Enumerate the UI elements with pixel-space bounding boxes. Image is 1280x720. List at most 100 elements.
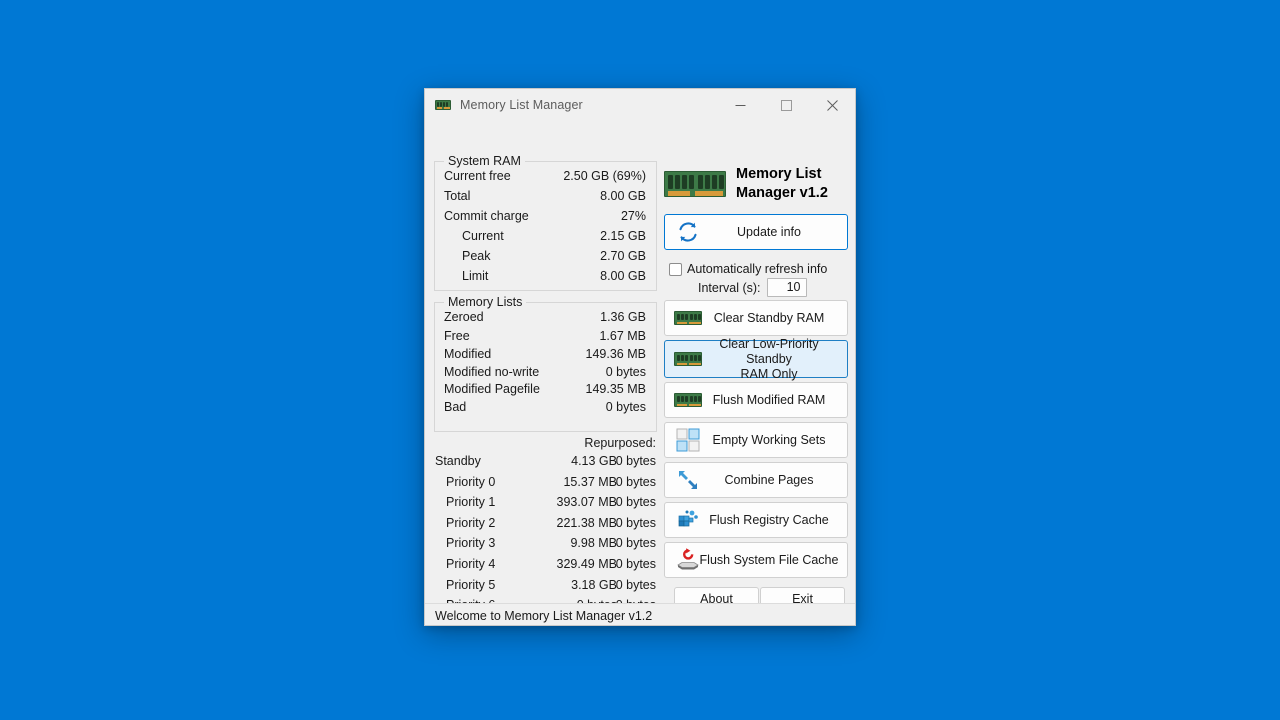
row-label: Priority 4 bbox=[446, 556, 496, 571]
row-label: Current bbox=[462, 229, 504, 243]
table-row: Limit 8.00 GB bbox=[435, 269, 656, 288]
maximize-button[interactable] bbox=[763, 89, 809, 121]
minimize-button[interactable] bbox=[717, 89, 763, 121]
row-label: Modified Pagefile bbox=[444, 382, 540, 396]
table-row: Standby 4.13 GB 0 bytes bbox=[434, 454, 657, 475]
row-value: 0 bytes bbox=[605, 400, 646, 414]
auto-refresh-row[interactable]: Automatically refresh info bbox=[669, 262, 827, 276]
table-row: Free 1.67 MB bbox=[435, 329, 656, 348]
table-row: Priority 1 393.07 MB 0 bytes bbox=[434, 495, 657, 516]
row-value: 2.15 GB bbox=[600, 229, 646, 243]
auto-refresh-label: Automatically refresh info bbox=[687, 262, 828, 276]
row-label: Current free bbox=[444, 169, 511, 183]
ram-stick-icon bbox=[664, 171, 726, 197]
row-label: Total bbox=[444, 189, 471, 203]
interval-row: Interval (s): 10 bbox=[698, 278, 807, 297]
system-ram-group-title: System RAM bbox=[444, 154, 525, 168]
status-bar-text: Welcome to Memory List Manager v1.2 bbox=[435, 608, 653, 623]
row-repurposed: 0 bytes bbox=[615, 495, 656, 510]
refresh-icon bbox=[674, 218, 702, 246]
combine-arrows-icon bbox=[674, 466, 702, 494]
interval-label: Interval (s): bbox=[698, 280, 761, 295]
ram-stick-icon bbox=[674, 345, 702, 373]
system-ram-group: System RAM Current free 2.50 GB (69%) To… bbox=[434, 154, 657, 291]
row-value: 27% bbox=[620, 209, 646, 223]
memory-lists-group-title: Memory Lists bbox=[444, 295, 527, 309]
window-content: System RAM Current free 2.50 GB (69%) To… bbox=[425, 121, 855, 625]
ram-stick-icon bbox=[674, 386, 702, 414]
row-repurposed: 0 bytes bbox=[615, 577, 656, 592]
row-label: Priority 3 bbox=[446, 536, 496, 551]
table-row: Total 8.00 GB bbox=[435, 189, 656, 208]
window-title: Memory List Manager bbox=[460, 98, 583, 112]
table-row: Zeroed 1.36 GB bbox=[435, 310, 656, 329]
disk-refresh-icon bbox=[674, 546, 702, 574]
status-bar: Welcome to Memory List Manager v1.2 bbox=[425, 603, 855, 625]
table-row: Current free 2.50 GB (69%) bbox=[435, 169, 656, 188]
row-value: 1.67 MB bbox=[599, 329, 646, 343]
interval-input[interactable]: 10 bbox=[766, 278, 807, 297]
flush-registry-cache-button[interactable]: Flush Registry Cache bbox=[664, 502, 848, 538]
row-value: 149.35 MB bbox=[585, 382, 646, 396]
row-label: Zeroed bbox=[444, 310, 484, 324]
flush-system-file-cache-button[interactable]: Flush System File Cache bbox=[664, 542, 848, 578]
app-title: Memory List Manager v1.2 bbox=[736, 165, 850, 203]
app-title-line1: Memory List bbox=[736, 166, 822, 182]
table-row: Priority 0 15.37 MB 0 bytes bbox=[434, 475, 657, 496]
table-row: Priority 4 329.49 MB 0 bytes bbox=[434, 557, 657, 578]
table-row: Priority 2 221.38 MB 0 bytes bbox=[434, 516, 657, 537]
empty-working-sets-button[interactable]: Empty Working Sets bbox=[664, 422, 848, 458]
update-info-button[interactable]: Update info bbox=[664, 214, 848, 250]
row-label: Modified bbox=[444, 347, 492, 361]
row-label: Priority 5 bbox=[446, 577, 496, 592]
row-value: 2.70 GB bbox=[600, 249, 646, 263]
table-row: Peak 2.70 GB bbox=[435, 249, 656, 268]
flush-modified-ram-button[interactable]: Flush Modified RAM bbox=[664, 382, 848, 418]
row-label: Priority 2 bbox=[446, 515, 496, 530]
row-repurposed: 0 bytes bbox=[615, 536, 656, 551]
row-value: 2.50 GB (69%) bbox=[563, 169, 646, 183]
table-row: Priority 5 3.18 GB 0 bytes bbox=[434, 578, 657, 599]
clear-standby-ram-button[interactable]: Clear Standby RAM bbox=[664, 300, 848, 336]
row-label: Standby bbox=[435, 454, 481, 468]
table-row: Commit charge 27% bbox=[435, 209, 656, 228]
row-value: 1.36 GB bbox=[600, 310, 646, 324]
row-value: 149.36 MB bbox=[585, 347, 646, 361]
row-repurposed: 0 bytes bbox=[615, 515, 656, 530]
row-value: 0 bytes bbox=[605, 365, 646, 379]
ram-stick-icon bbox=[435, 97, 451, 113]
table-row: Modified Pagefile 149.35 MB bbox=[435, 382, 656, 401]
row-label: Priority 0 bbox=[446, 474, 496, 489]
app-title-line2: Manager v1.2 bbox=[736, 185, 828, 201]
row-repurposed: 0 bytes bbox=[615, 556, 656, 571]
row-label: Modified no-write bbox=[444, 365, 540, 379]
table-row: Priority 3 9.98 MB 0 bytes bbox=[434, 536, 657, 557]
row-label: Limit bbox=[462, 269, 489, 283]
row-value: 8.00 GB bbox=[600, 189, 646, 203]
row-value: 8.00 GB bbox=[600, 269, 646, 283]
row-label: Bad bbox=[444, 400, 467, 414]
close-button[interactable] bbox=[809, 89, 855, 121]
brand-header: Memory List Manager v1.2 bbox=[664, 161, 850, 207]
table-row: Bad 0 bytes bbox=[435, 400, 656, 419]
title-bar[interactable]: Memory List Manager bbox=[425, 89, 855, 121]
cube-cluster-icon bbox=[674, 506, 702, 534]
standby-table: Repurposed: Standby 4.13 GB 0 bytes Prio… bbox=[434, 436, 657, 625]
table-row: Modified 149.36 MB bbox=[435, 347, 656, 366]
row-label: Commit charge bbox=[444, 209, 529, 223]
row-label: Free bbox=[444, 329, 470, 343]
window-controls bbox=[717, 89, 855, 121]
row-repurposed: 0 bytes bbox=[615, 454, 656, 468]
auto-refresh-checkbox[interactable] bbox=[669, 262, 682, 276]
combine-pages-button[interactable]: Combine Pages bbox=[664, 462, 848, 498]
row-repurposed: 0 bytes bbox=[615, 474, 656, 489]
four-squares-icon bbox=[674, 426, 702, 454]
row-label: Priority 1 bbox=[446, 495, 496, 510]
row-label: Peak bbox=[462, 249, 491, 263]
memory-list-manager-window: Memory List Manager System RAM Current f… bbox=[424, 88, 856, 626]
table-row: Current 2.15 GB bbox=[435, 229, 656, 248]
clear-low-priority-standby-ram-button[interactable]: Clear Low-Priority Standby RAM Only bbox=[664, 337, 848, 381]
ram-stick-icon bbox=[674, 304, 702, 332]
repurposed-column-header: Repurposed: bbox=[584, 436, 656, 450]
memory-lists-group: Memory Lists Zeroed 1.36 GB Free 1.67 MB… bbox=[434, 295, 657, 432]
